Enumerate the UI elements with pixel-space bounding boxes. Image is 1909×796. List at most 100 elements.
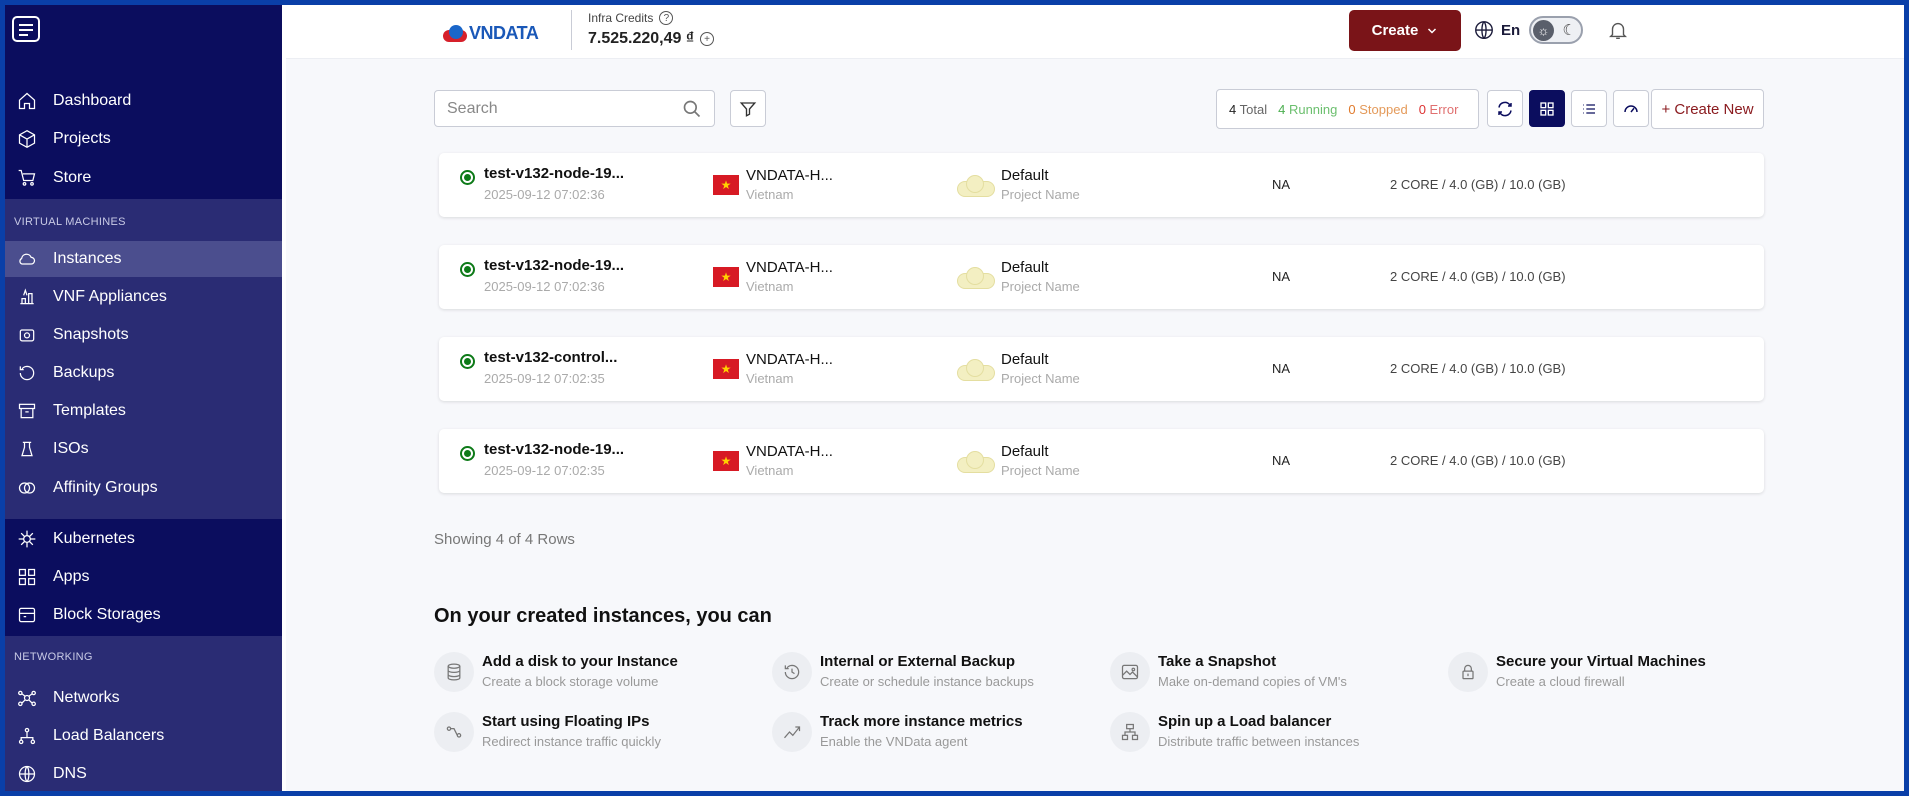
instance-row[interactable]: test-v132-node-19... 2025-09-12 07:02:35… — [439, 429, 1764, 493]
instance-project: Default — [1001, 167, 1049, 184]
load-balancer-icon — [16, 725, 38, 747]
template-icon — [16, 400, 38, 422]
chevron-down-icon — [1428, 27, 1437, 34]
status-total[interactable]: 4 Total — [1229, 102, 1267, 117]
instance-date: 2025-09-12 07:02:35 — [484, 371, 605, 386]
sun-icon: ☼ — [1533, 20, 1554, 41]
status-running[interactable]: 4 Running — [1278, 102, 1337, 117]
tip-load-balancer[interactable]: Spin up a Load balancer Distribute traff… — [1110, 708, 1440, 756]
sidebar-item-store[interactable]: Store — [5, 160, 282, 196]
sidebar-item-vnf-appliances[interactable]: VNF Appliances — [5, 279, 282, 315]
instance-project-label: Project Name — [1001, 463, 1080, 478]
sidebar-item-projects[interactable]: Projects — [5, 121, 282, 157]
status-error[interactable]: 0 Error — [1419, 102, 1459, 117]
sidebar-item-block-storages[interactable]: Block Storages — [5, 597, 282, 633]
instance-ip: NA — [1272, 269, 1291, 284]
instance-name[interactable]: test-v132-node-19... — [484, 257, 624, 274]
instance-ip: NA — [1272, 453, 1291, 468]
instance-row[interactable]: test-v132-node-19... 2025-09-12 07:02:36… — [439, 153, 1764, 217]
tip-subtitle: Distribute traffic between instances — [1158, 734, 1360, 749]
sidebar-item-label: Load Balancers — [53, 727, 165, 744]
chart-line-icon — [772, 712, 812, 752]
create-new-button[interactable]: + Create New — [1651, 89, 1764, 129]
add-credit-icon[interactable]: + — [700, 32, 715, 46]
tip-snapshot[interactable]: Take a Snapshot Make on-demand copies of… — [1110, 648, 1440, 696]
instance-project-label: Project Name — [1001, 279, 1080, 294]
grid-view-button[interactable] — [1529, 90, 1565, 127]
instance-name[interactable]: test-v132-node-19... — [484, 441, 624, 458]
brand-cloud-icon — [441, 24, 469, 43]
sidebar-item-affinity-groups[interactable]: Affinity Groups — [5, 470, 282, 506]
credits-amount: 7.525.220,49 ₫ — [588, 30, 695, 47]
instance-date: 2025-09-12 07:02:36 — [484, 187, 605, 202]
backup-icon — [772, 652, 812, 692]
sidebar-item-templates[interactable]: Templates — [5, 393, 282, 429]
instance-name[interactable]: test-v132-control... — [484, 349, 617, 366]
load-balancer-icon — [1110, 712, 1150, 752]
sidebar-item-label: Networks — [53, 689, 120, 706]
sidebar-item-label: Apps — [53, 568, 90, 585]
list-view-button[interactable] — [1571, 90, 1607, 127]
sidebar-item-label: VNF Appliances — [53, 288, 167, 305]
filter-icon — [739, 101, 757, 117]
appliance-icon — [16, 286, 38, 308]
language-selector[interactable]: En — [1473, 19, 1520, 41]
globe-icon — [16, 763, 38, 785]
sidebar-item-label: Affinity Groups — [53, 479, 158, 496]
vietnam-flag-icon: ★ — [713, 267, 739, 287]
vietnam-flag-icon: ★ — [713, 175, 739, 195]
sidebar-item-instances[interactable]: Instances — [5, 241, 282, 277]
instance-datacenter: VNDATA-H... — [746, 351, 833, 368]
instance-row[interactable]: test-v132-control... 2025-09-12 07:02:35… — [439, 337, 1764, 401]
globe-icon — [1475, 21, 1493, 39]
sidebar-item-label: Kubernetes — [53, 530, 135, 547]
search-box — [434, 90, 715, 127]
sidebar-item-dashboard[interactable]: Dashboard — [5, 83, 282, 119]
refresh-button[interactable] — [1487, 90, 1523, 127]
metrics-button[interactable] — [1613, 90, 1649, 127]
notification-bell-icon[interactable] — [1607, 19, 1629, 46]
tip-backup[interactable]: Internal or External Backup Create or sc… — [772, 648, 1102, 696]
tip-subtitle: Redirect instance traffic quickly — [482, 734, 661, 749]
help-icon[interactable]: ? — [659, 11, 674, 25]
project-cloud-icon — [957, 267, 995, 289]
cube-icon — [16, 128, 38, 150]
tip-secure[interactable]: Secure your Virtual Machines Create a cl… — [1448, 648, 1778, 696]
tip-title: Track more instance metrics — [820, 713, 1023, 730]
brand-logo[interactable]: VNDATA — [441, 23, 539, 44]
project-cloud-icon — [957, 175, 995, 197]
status-stopped[interactable]: 0 Stopped — [1348, 102, 1407, 117]
instance-name[interactable]: test-v132-node-19... — [484, 165, 624, 182]
sidebar-item-load-balancers[interactable]: Load Balancers — [5, 718, 282, 754]
iso-icon — [16, 438, 38, 460]
instance-spec: 2 CORE / 4.0 (GB) / 10.0 (GB) — [1390, 453, 1566, 468]
sidebar-item-backups[interactable]: Backups — [5, 355, 282, 391]
search-input[interactable] — [447, 99, 682, 118]
sidebar-section-title: VIRTUAL MACHINES — [14, 216, 126, 228]
running-status-icon — [460, 354, 475, 369]
create-button[interactable]: Create — [1349, 10, 1461, 51]
tip-floating-ip[interactable]: Start using Floating IPs Redirect instan… — [434, 708, 764, 756]
sidebar-item-snapshots[interactable]: Snapshots — [5, 317, 282, 353]
instance-row[interactable]: test-v132-node-19... 2025-09-12 07:02:36… — [439, 245, 1764, 309]
sidebar-item-dns[interactable]: DNS — [5, 756, 282, 791]
instance-project: Default — [1001, 443, 1049, 460]
tip-metrics[interactable]: Track more instance metrics Enable the V… — [772, 708, 1102, 756]
refresh-icon — [1498, 101, 1512, 116]
top-header: VNDATA Infra Credits ? 7.525.220,49 ₫ + … — [286, 5, 1904, 59]
menu-logo-icon[interactable] — [12, 16, 40, 42]
instance-datacenter: VNDATA-H... — [746, 443, 833, 460]
search-icon[interactable] — [682, 99, 702, 119]
tip-add-disk[interactable]: Add a disk to your Instance Create a blo… — [434, 648, 764, 696]
tip-title: Add a disk to your Instance — [482, 653, 678, 670]
sidebar-item-kubernetes[interactable]: Kubernetes — [5, 521, 282, 557]
apps-icon — [16, 566, 38, 588]
sidebar-item-networks[interactable]: Networks — [5, 680, 282, 716]
sidebar-item-apps[interactable]: Apps — [5, 559, 282, 595]
sidebar-item-isos[interactable]: ISOs — [5, 431, 282, 467]
tip-title: Start using Floating IPs — [482, 713, 650, 730]
theme-toggle[interactable]: ☼ ☾ — [1529, 16, 1583, 44]
filter-button[interactable] — [730, 90, 766, 127]
instance-project-label: Project Name — [1001, 371, 1080, 386]
instance-date: 2025-09-12 07:02:35 — [484, 463, 605, 478]
